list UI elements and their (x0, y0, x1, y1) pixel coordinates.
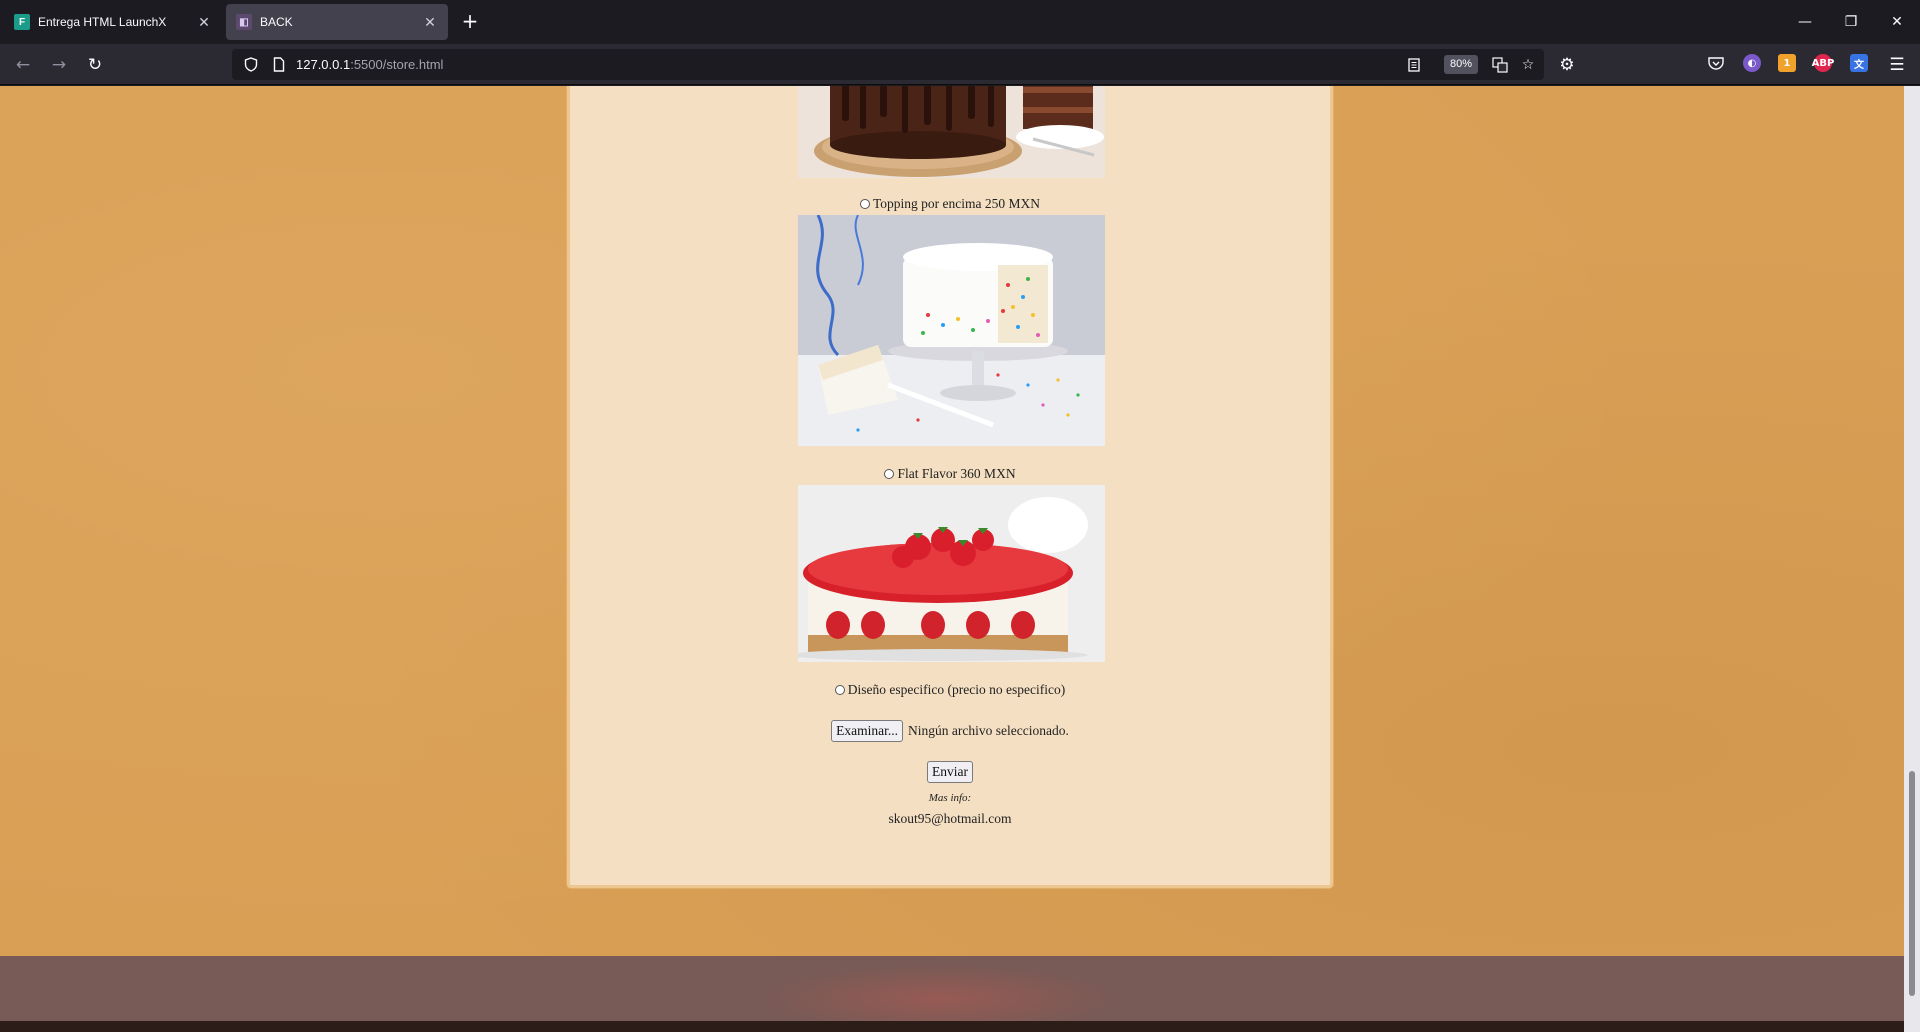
rainbow-sprinkle-cake-image (798, 215, 1105, 446)
new-tab-button[interactable]: + (458, 10, 482, 34)
bookmark-star-icon[interactable]: ☆ (1518, 55, 1538, 75)
translator-extension-icon[interactable]: 文 (1850, 54, 1868, 72)
restore-icon[interactable]: ❐ (1828, 0, 1874, 44)
pocket-icon[interactable] (1707, 54, 1725, 72)
extension-globe-icon[interactable]: ◐ (1743, 54, 1761, 72)
radio-topping[interactable] (859, 199, 870, 209)
reader-view-icon[interactable] (1404, 55, 1424, 75)
chocolate-cake-image (798, 86, 1105, 178)
radio-custom-design[interactable] (834, 685, 845, 695)
shield-icon[interactable] (242, 56, 260, 74)
option-custom-design[interactable]: Diseño especifico (precio no especifico) (570, 682, 1330, 698)
translate-icon[interactable] (1490, 55, 1510, 75)
page-viewport: Topping por encima 250 MXN Flat Flavor 3… (0, 86, 1904, 1032)
reload-icon[interactable]: ↻ (82, 52, 108, 78)
page-icon (270, 56, 288, 74)
option-label: Flat Flavor 360 MXN (897, 466, 1016, 481)
navigation-toolbar: ← → ↻ 127.0.0.1:5500/store.html 80% ☆ ⚙ … (0, 44, 1920, 85)
back-favicon-icon: ◧ (236, 14, 252, 30)
close-icon[interactable]: ✕ (196, 14, 212, 30)
file-upload-row: Examinar... Ningún archivo seleccionado. (570, 720, 1330, 742)
close-window-icon[interactable]: ✕ (1874, 0, 1920, 44)
file-status-text: Ningún archivo seleccionado. (908, 723, 1069, 738)
scrollbar-thumb[interactable] (1909, 771, 1915, 996)
vertical-scrollbar[interactable] (1904, 86, 1920, 1032)
back-arrow-icon[interactable]: ← (10, 52, 36, 78)
extension-badge-icon[interactable]: 1 (1778, 54, 1796, 72)
tab-strip: F Entrega HTML LaunchX ✕ ◧ BACK ✕ + — ❐ … (0, 0, 1920, 44)
radio-flat-flavor[interactable] (884, 469, 895, 479)
url-path: :5500/store.html (350, 57, 444, 72)
footer-band (0, 956, 1904, 1021)
close-icon[interactable]: ✕ (422, 14, 438, 30)
submit-row: Enviar (570, 761, 1330, 783)
option-label: Topping por encima 250 MXN (872, 196, 1041, 211)
tab-back[interactable]: ◧ BACK ✕ (226, 4, 448, 40)
option-topping[interactable]: Topping por encima 250 MXN (570, 196, 1330, 212)
zoom-level-badge[interactable]: 80% (1443, 55, 1478, 74)
menu-hamburger-icon[interactable]: ☰ (1884, 52, 1910, 78)
strawberry-cheesecake-image (798, 485, 1105, 662)
more-info-label: Mas info: (928, 792, 972, 804)
settings-gear-icon[interactable]: ⚙ (1554, 52, 1580, 78)
tab-title: BACK (260, 15, 293, 29)
option-flat-flavor[interactable]: Flat Flavor 360 MXN (570, 466, 1330, 482)
tab-title: Entrega HTML LaunchX (38, 15, 167, 29)
url-bar[interactable]: 127.0.0.1:5500/store.html 80% ☆ (232, 49, 1544, 80)
launchx-favicon-icon: F (14, 14, 30, 30)
forward-arrow-icon[interactable]: → (46, 52, 72, 78)
option-label: Diseño especifico (precio no especifico) (847, 682, 1066, 697)
adblock-icon[interactable]: ABP (1812, 54, 1834, 72)
url-text[interactable]: 127.0.0.1:5500/store.html (296, 57, 443, 72)
browse-file-button[interactable]: Examinar... (831, 720, 904, 742)
contact-email: skout95@hotmail.com (888, 811, 1012, 826)
submit-button[interactable]: Enviar (927, 761, 973, 783)
footer-bottom (0, 1021, 1904, 1032)
minimize-icon[interactable]: — (1782, 0, 1828, 44)
url-host: 127.0.0.1 (296, 57, 351, 72)
order-form-card: Topping por encima 250 MXN Flat Flavor 3… (567, 86, 1333, 888)
tab-entrega-html[interactable]: F Entrega HTML LaunchX ✕ (4, 4, 222, 40)
